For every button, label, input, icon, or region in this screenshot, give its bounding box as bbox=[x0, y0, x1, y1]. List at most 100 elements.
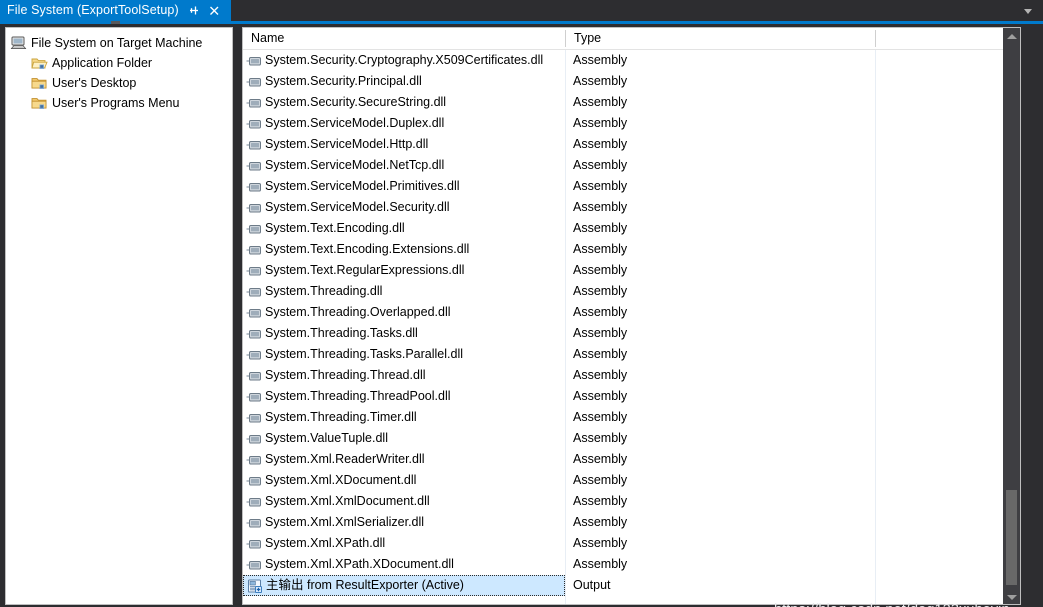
scrollbar-thumb[interactable] bbox=[1006, 490, 1017, 585]
folder-icon bbox=[31, 95, 52, 111]
folder-open-icon bbox=[31, 55, 52, 71]
table-row[interactable]: System.ServiceModel.Primitives.dllAssemb… bbox=[243, 176, 1020, 197]
cell-name[interactable]: System.ServiceModel.Http.dll bbox=[243, 134, 565, 155]
cell-type: Assembly bbox=[565, 554, 875, 575]
cell-name[interactable]: 主输出 from ResultExporter (Active) bbox=[243, 575, 565, 596]
vertical-scrollbar[interactable] bbox=[1003, 28, 1020, 605]
cell-name[interactable]: System.Text.Encoding.dll bbox=[243, 218, 565, 239]
table-row[interactable]: System.ValueTuple.dllAssembly bbox=[243, 428, 1020, 449]
tree-node[interactable]: Application Folder bbox=[10, 53, 232, 73]
close-icon[interactable] bbox=[208, 3, 221, 18]
table-row[interactable]: System.Threading.ThreadPool.dllAssembly bbox=[243, 386, 1020, 407]
file-name-label: System.Text.RegularExpressions.dll bbox=[265, 260, 464, 281]
table-row[interactable]: System.ServiceModel.Security.dllAssembly bbox=[243, 197, 1020, 218]
table-row[interactable]: System.Threading.Tasks.dllAssembly bbox=[243, 323, 1020, 344]
cell-name[interactable]: System.Xml.XmlDocument.dll bbox=[243, 491, 565, 512]
cell-name[interactable]: System.Security.Principal.dll bbox=[243, 71, 565, 92]
table-row[interactable]: System.Security.SecureString.dllAssembly bbox=[243, 92, 1020, 113]
file-name-label: System.Xml.XPath.XDocument.dll bbox=[265, 554, 454, 575]
project-output-icon bbox=[247, 579, 266, 593]
assembly-icon bbox=[246, 306, 265, 320]
column-header-name[interactable]: Name bbox=[243, 28, 566, 49]
cell-name[interactable]: System.Security.SecureString.dll bbox=[243, 92, 565, 113]
cell-name[interactable]: System.Threading.dll bbox=[243, 281, 565, 302]
table-row[interactable]: System.ServiceModel.NetTcp.dllAssembly bbox=[243, 155, 1020, 176]
table-row[interactable]: System.ServiceModel.Duplex.dllAssembly bbox=[243, 113, 1020, 134]
column-separator[interactable] bbox=[875, 30, 876, 47]
cell-name[interactable]: System.Xml.ReaderWriter.dll bbox=[243, 449, 565, 470]
cell-name[interactable]: System.Threading.Overlapped.dll bbox=[243, 302, 565, 323]
cell-name[interactable]: System.ServiceModel.Primitives.dll bbox=[243, 176, 565, 197]
cell-name[interactable]: System.Threading.Tasks.dll bbox=[243, 323, 565, 344]
file-name-label: System.Threading.Timer.dll bbox=[265, 407, 417, 428]
table-row[interactable]: System.Text.RegularExpressions.dll Assemb… bbox=[243, 260, 1020, 281]
table-row[interactable]: System.Xml.XmlDocument.dllAssembly bbox=[243, 491, 1020, 512]
table-row[interactable]: System.Security.Cryptography.X509Certifi… bbox=[243, 50, 1020, 71]
table-row[interactable]: System.Xml.XDocument.dllAssembly bbox=[243, 470, 1020, 491]
cell-name[interactable]: System.ServiceModel.Security.dll bbox=[243, 197, 565, 218]
cell-type: Assembly bbox=[565, 281, 875, 302]
assembly-icon bbox=[246, 117, 265, 131]
cell-name[interactable]: System.Text.RegularExpressions.dll bbox=[243, 260, 565, 281]
cell-type: Assembly bbox=[565, 302, 875, 323]
assembly-icon bbox=[246, 222, 265, 236]
pin-icon[interactable] bbox=[188, 3, 201, 18]
cell-name[interactable]: System.Threading.ThreadPool.dll bbox=[243, 386, 565, 407]
tree-node[interactable]: User's Programs Menu bbox=[10, 93, 232, 113]
cell-name[interactable]: System.Xml.XPath.XDocument.dll bbox=[243, 554, 565, 575]
cell-type: Assembly bbox=[565, 491, 875, 512]
column-header-type[interactable]: Type bbox=[566, 28, 876, 49]
scroll-up-arrow-icon[interactable] bbox=[1003, 28, 1020, 45]
table-row[interactable]: System.Xml.ReaderWriter.dllAssembly bbox=[243, 449, 1020, 470]
cell-type: Assembly bbox=[565, 260, 875, 281]
cell-type: Assembly bbox=[565, 407, 875, 428]
cell-name[interactable]: System.ValueTuple.dll bbox=[243, 428, 565, 449]
table-row[interactable]: 主输出 from ResultExporter (Active)Output bbox=[243, 575, 1020, 596]
table-row[interactable]: System.Threading.Tasks.Parallel.dllAssem… bbox=[243, 344, 1020, 365]
cell-name[interactable]: System.Security.Cryptography.X509Certifi… bbox=[243, 50, 565, 71]
cell-name[interactable]: System.Xml.XmlSerializer.dll bbox=[243, 512, 565, 533]
cell-name[interactable]: System.Xml.XDocument.dll bbox=[243, 470, 565, 491]
table-row[interactable]: System.Security.Principal.dllAssembly bbox=[243, 71, 1020, 92]
assembly-icon bbox=[246, 54, 265, 68]
table-row[interactable]: System.Text.Encoding.dllAssembly bbox=[243, 218, 1020, 239]
table-row[interactable]: System.ServiceModel.Http.dllAssembly bbox=[243, 134, 1020, 155]
assembly-icon bbox=[246, 453, 265, 467]
table-row[interactable]: System.Threading.Thread.dllAssembly bbox=[243, 365, 1020, 386]
chevron-down-icon[interactable] bbox=[1021, 5, 1035, 17]
cell-type: Assembly bbox=[565, 323, 875, 344]
cell-name[interactable]: System.ServiceModel.NetTcp.dll bbox=[243, 155, 565, 176]
cell-name[interactable]: System.Text.Encoding.Extensions.dll bbox=[243, 239, 565, 260]
assembly-icon bbox=[246, 537, 265, 551]
tab-file-system[interactable]: File System (ExportToolSetup) bbox=[0, 0, 231, 21]
table-row[interactable]: System.Xml.XPath.dllAssembly bbox=[243, 533, 1020, 554]
tree-node-label: User's Desktop bbox=[52, 73, 136, 93]
cell-name[interactable]: System.Threading.Timer.dll bbox=[243, 407, 565, 428]
scroll-down-arrow-icon[interactable] bbox=[1003, 589, 1020, 605]
table-row[interactable]: System.Threading.Timer.dll Assembly bbox=[243, 407, 1020, 428]
assembly-icon bbox=[246, 432, 265, 446]
cell-type: Assembly bbox=[565, 344, 875, 365]
file-name-label: System.ServiceModel.Primitives.dll bbox=[265, 176, 460, 197]
cell-name[interactable]: System.ServiceModel.Duplex.dll bbox=[243, 113, 565, 134]
cell-type: Assembly bbox=[565, 134, 875, 155]
assembly-icon bbox=[246, 369, 265, 383]
tree-node[interactable]: File System on Target Machine bbox=[10, 33, 232, 53]
cell-type: Assembly bbox=[565, 239, 875, 260]
cell-name[interactable]: System.Threading.Tasks.Parallel.dll bbox=[243, 344, 565, 365]
vs-file-system-editor: File System (ExportToolSetup) bbox=[0, 0, 1043, 607]
cell-name[interactable]: System.Threading.Thread.dll bbox=[243, 365, 565, 386]
panel-splitter[interactable] bbox=[233, 27, 242, 605]
table-row[interactable]: System.Threading.Overlapped.dllAssembly bbox=[243, 302, 1020, 323]
assembly-icon bbox=[246, 138, 265, 152]
table-row[interactable]: System.Threading.dllAssembly bbox=[243, 281, 1020, 302]
cell-name[interactable]: System.Xml.XPath.dll bbox=[243, 533, 565, 554]
assembly-icon bbox=[246, 159, 265, 173]
table-row[interactable]: System.Text.Encoding.Extensions.dllAssem… bbox=[243, 239, 1020, 260]
folder-icon bbox=[31, 75, 52, 91]
table-row[interactable]: System.Xml.XPath.XDocument.dll Assembly bbox=[243, 554, 1020, 575]
table-row[interactable]: System.Xml.XmlSerializer.dllAssembly bbox=[243, 512, 1020, 533]
assembly-icon bbox=[246, 495, 265, 509]
tree-node[interactable]: User's Desktop bbox=[10, 73, 232, 93]
file-name-label: System.ServiceModel.NetTcp.dll bbox=[265, 155, 444, 176]
